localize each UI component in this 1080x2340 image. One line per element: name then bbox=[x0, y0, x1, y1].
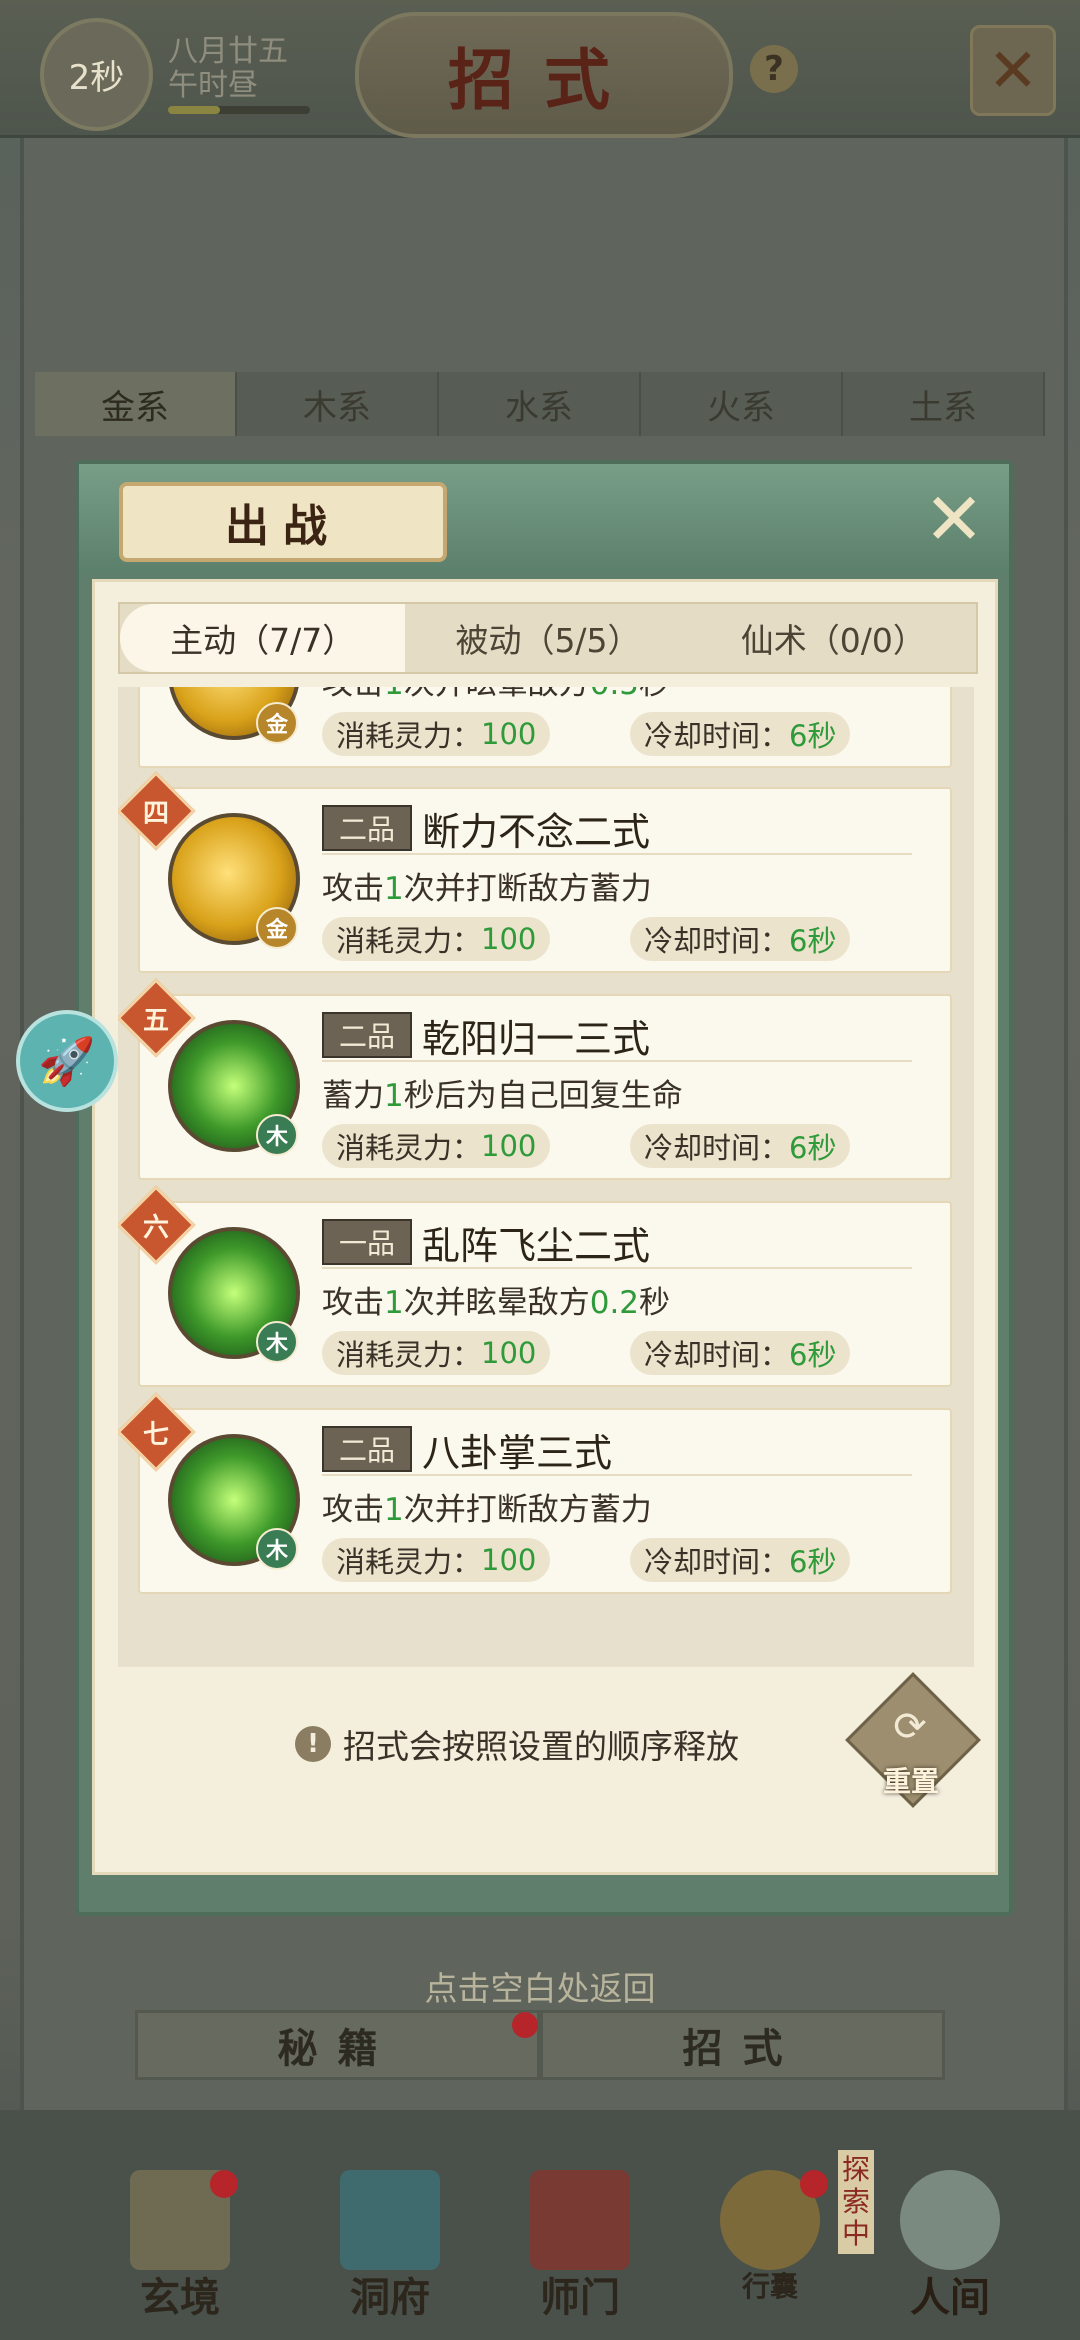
bottom-tabs: 秘籍 招式 bbox=[135, 2010, 945, 2080]
nav-label: 玄境 bbox=[140, 2274, 220, 2321]
element-badge: 木 bbox=[256, 1114, 298, 1156]
skill-type-tabs: 主动（7/7） 被动（5/5） 仙术（0/0） bbox=[118, 602, 978, 674]
skill-name: 断力不念二式 bbox=[422, 810, 651, 854]
pavilion-icon bbox=[340, 2170, 440, 2270]
cooldown-pill: 冷却时间： 6秒 bbox=[630, 917, 851, 961]
skill-name: 乱阵飞尘二式 bbox=[422, 1224, 651, 1268]
order-hint: ! 招式会按照设置的顺序释放 bbox=[295, 1720, 739, 1768]
tab-passive-skills[interactable]: 被动（5/5） bbox=[405, 604, 690, 672]
nav-shimen[interactable]: 师门 bbox=[510, 2170, 650, 2321]
tap-to-return-hint[interactable]: 点击空白处返回 bbox=[0, 1962, 1080, 2010]
grade-tag: 二品 bbox=[322, 1426, 412, 1472]
cost-pill: 消耗灵力： 100 bbox=[322, 1331, 551, 1375]
tab-immortal-arts[interactable]: 仙术（0/0） bbox=[691, 604, 976, 672]
tab-water[interactable]: 水系 bbox=[439, 372, 641, 436]
hint-text: 招式会按照设置的顺序释放 bbox=[343, 1727, 739, 1766]
grade-tag: 一品 bbox=[322, 1219, 412, 1265]
top-bar: 2秒 八月廿五 午时昼 招式 ? ✕ bbox=[0, 0, 1080, 138]
tab-wood[interactable]: 木系 bbox=[237, 372, 439, 436]
reset-label[interactable]: 重置 bbox=[863, 1760, 959, 1800]
world-icon bbox=[900, 2170, 1000, 2270]
cooldown-pill: 冷却时间： 6秒 bbox=[630, 712, 851, 756]
skill-card[interactable]: 木 七 二品 八卦掌三式 攻击1次并打断敌方蓄力 消耗灵力： 100 冷却时间： 6… bbox=[118, 1392, 952, 1594]
tab-fire[interactable]: 火系 bbox=[641, 372, 843, 436]
element-badge: 木 bbox=[256, 1321, 298, 1363]
rocket-icon[interactable]: 🚀 bbox=[16, 1010, 118, 1112]
nav-xuanjing[interactable]: 玄境 bbox=[110, 2170, 250, 2321]
skill-description: 攻击1次并打断敌方蓄力 bbox=[322, 1492, 652, 1528]
notification-dot bbox=[800, 2170, 828, 2198]
skill-name: 乾阳归一三式 bbox=[422, 1017, 651, 1061]
skill-card[interactable]: 金 四 二品 断力不念二式 攻击1次并打断敌方蓄力 消耗灵力： 100 冷却时间：… bbox=[118, 771, 952, 973]
grade-tag: 二品 bbox=[322, 805, 412, 851]
cost-pill: 消耗灵力： 100 bbox=[322, 1538, 551, 1582]
cooldown-pill: 冷却时间： 6秒 bbox=[630, 1124, 851, 1168]
skill-description: 攻击1次并打断敌方蓄力 bbox=[322, 871, 652, 907]
modal-header: 出战 ✕ bbox=[79, 464, 1009, 574]
modal-body: 主动（7/7） 被动（5/5） 仙术（0/0） 金 攻击1次并眩晕敌方0.5秒 … bbox=[92, 579, 998, 1875]
element-badge: 金 bbox=[256, 702, 298, 744]
nav-bag[interactable]: 行囊 bbox=[700, 2170, 840, 2320]
exploring-tag: 探索中 bbox=[838, 2150, 874, 2254]
cost-pill: 消耗灵力： 100 bbox=[322, 712, 551, 756]
help-icon[interactable]: ? bbox=[750, 45, 798, 93]
divider bbox=[322, 1267, 912, 1269]
element-badge: 金 bbox=[256, 907, 298, 949]
nav-label: 洞府 bbox=[350, 2274, 430, 2321]
divider bbox=[322, 1060, 912, 1062]
grade-tag: 二品 bbox=[322, 1012, 412, 1058]
nav-label: 行囊 bbox=[741, 2270, 798, 2303]
timer-badge: 2秒 bbox=[40, 18, 153, 131]
skill-name: 八卦掌三式 bbox=[422, 1431, 613, 1475]
notification-dot bbox=[210, 2170, 238, 2198]
tab-active-skills[interactable]: 主动（7/7） bbox=[120, 604, 406, 672]
tab-manuals[interactable]: 秘籍 bbox=[135, 2010, 540, 2080]
skill-card[interactable]: 木 六 一品 乱阵飞尘二式 攻击1次并眩晕敌方0.2秒 消耗灵力： 100 冷却时… bbox=[118, 1185, 952, 1387]
element-tabs: 金系 木系 水系 火系 土系 bbox=[35, 372, 1045, 436]
time-of-day-text: 午时昼 bbox=[168, 68, 258, 103]
modal-title: 出战 bbox=[119, 482, 447, 562]
skill-list[interactable]: 金 攻击1次并眩晕敌方0.5秒 消耗灵力：100 冷却时间：6秒 金 四 二品 … bbox=[118, 687, 974, 1667]
nav-label: 师门 bbox=[540, 2274, 620, 2321]
close-icon[interactable]: ✕ bbox=[919, 477, 989, 561]
skill-description: 蓄力1秒后为自己回复生命 bbox=[322, 1078, 683, 1114]
skill-description: 攻击1次并眩晕敌方0.5秒 bbox=[322, 687, 670, 703]
order-number: 七 bbox=[142, 1419, 169, 1450]
element-badge: 木 bbox=[256, 1528, 298, 1570]
cooldown-pill: 冷却时间： 6秒 bbox=[630, 1331, 851, 1375]
refresh-icon: ⟳ bbox=[893, 1704, 927, 1750]
order-number: 六 bbox=[142, 1212, 169, 1243]
divider bbox=[322, 1474, 912, 1476]
order-number: 四 bbox=[142, 798, 169, 829]
tab-moves[interactable]: 招式 bbox=[540, 2010, 945, 2080]
divider bbox=[322, 853, 912, 855]
cooldown-pill: 冷却时间： 6秒 bbox=[630, 1538, 851, 1582]
banner-icon bbox=[530, 2170, 630, 2270]
tab-earth[interactable]: 土系 bbox=[843, 372, 1045, 436]
deploy-modal: 出战 ✕ 主动（7/7） 被动（5/5） 仙术（0/0） 金 攻击1次并眩晕敌方… bbox=[75, 460, 1013, 1916]
close-page-button[interactable]: ✕ bbox=[970, 25, 1056, 116]
cost-pill: 消耗灵力： 100 bbox=[322, 917, 551, 961]
skill-card[interactable]: 木 五 二品 乾阳归一三式 蓄力1秒后为自己回复生命 消耗灵力： 100 冷却时间… bbox=[118, 978, 952, 1180]
tab-metal[interactable]: 金系 bbox=[35, 372, 237, 436]
notification-dot bbox=[512, 2012, 538, 2038]
info-icon: ! bbox=[295, 1726, 331, 1762]
nav-label: 人间 bbox=[910, 2274, 990, 2321]
day-progress-bar bbox=[168, 106, 310, 114]
skill-card[interactable]: 金 攻击1次并眩晕敌方0.5秒 消耗灵力：100 冷却时间：6秒 bbox=[138, 687, 952, 768]
cost-pill: 消耗灵力： 100 bbox=[322, 1124, 551, 1168]
order-number: 五 bbox=[142, 1005, 169, 1036]
nav-dongfu[interactable]: 洞府 bbox=[320, 2170, 460, 2321]
nav-renjian[interactable]: 人间 bbox=[880, 2170, 1020, 2321]
skill-description: 攻击1次并眩晕敌方0.2秒 bbox=[322, 1285, 671, 1321]
page-title: 招式 bbox=[355, 12, 733, 138]
